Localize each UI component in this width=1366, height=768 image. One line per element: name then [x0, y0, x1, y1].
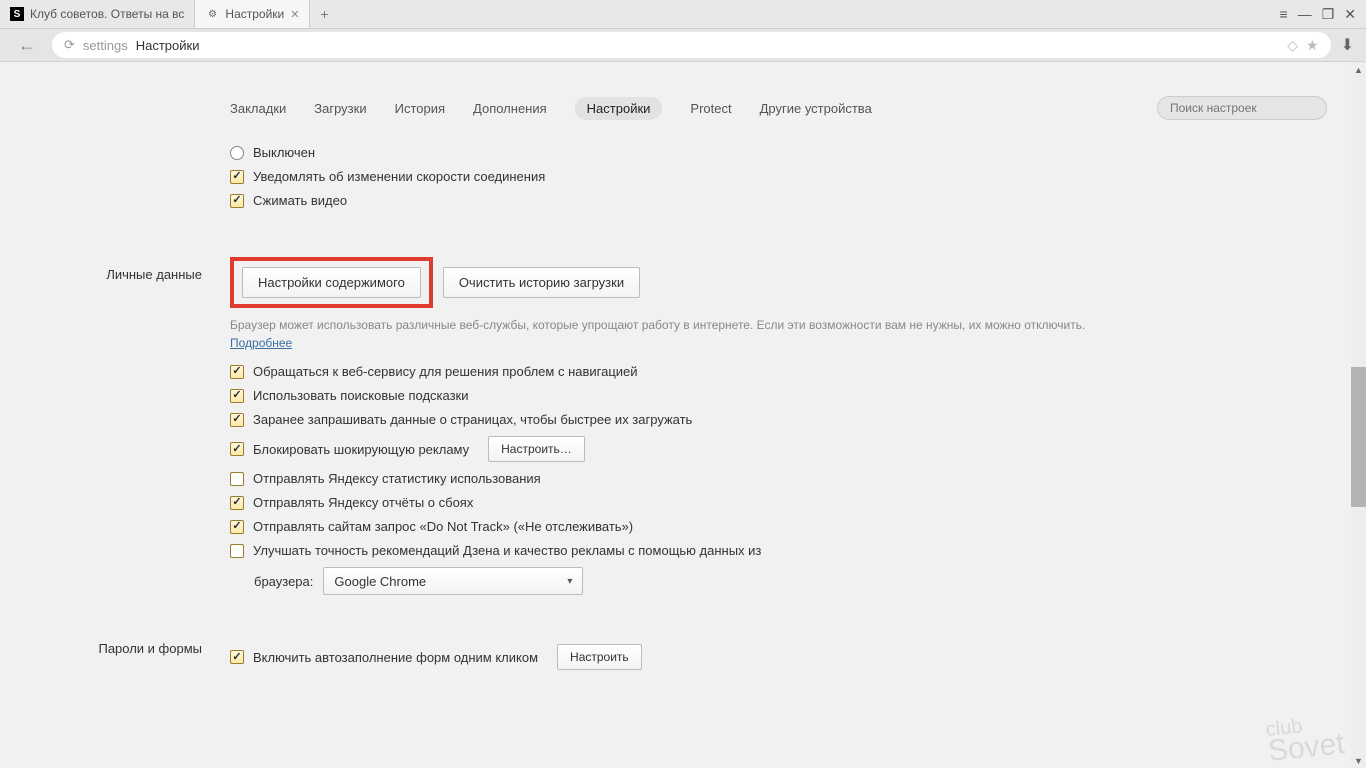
downloads-icon[interactable]: ⬇ [1341, 35, 1354, 55]
option-notify-speed-label: Уведомлять об изменении скорости соедине… [253, 169, 545, 184]
shield-icon[interactable]: ◇ [1287, 37, 1298, 54]
option-compress-video[interactable]: Сжимать видео [230, 193, 1110, 208]
section-personal-label: Личные данные [0, 251, 230, 282]
new-tab-button[interactable]: + [310, 0, 338, 28]
clear-history-button[interactable]: Очистить историю загрузки [443, 267, 640, 298]
option-block-ads[interactable]: Блокировать шокирующую рекламу Настроить… [230, 436, 1110, 462]
chevron-down-icon: ▾ [567, 576, 572, 587]
checkbox-icon[interactable] [230, 413, 244, 427]
back-button[interactable]: ← [12, 35, 42, 56]
address-page: Настройки [136, 38, 200, 53]
checkbox-icon[interactable] [230, 544, 244, 558]
checkbox-icon[interactable] [230, 650, 244, 664]
checkbox-icon[interactable] [230, 442, 244, 456]
learn-more-link[interactable]: Подробнее [230, 336, 292, 350]
search-settings-input[interactable] [1157, 96, 1327, 120]
checkbox-icon[interactable] [230, 520, 244, 534]
tab-2-title: Настройки [225, 7, 284, 21]
option-compress-video-label: Сжимать видео [253, 193, 347, 208]
option-turbo-off[interactable]: Выключен [230, 145, 1110, 160]
settings-nav: Закладки Загрузки История Дополнения Нас… [0, 62, 1351, 136]
content-settings-button[interactable]: Настройки содержимого [242, 267, 421, 298]
browser-select[interactable]: Google Chrome ▾ [323, 567, 583, 595]
close-window-icon[interactable]: ✕ [1344, 6, 1356, 23]
menu-icon[interactable]: ≡ [1280, 6, 1288, 22]
tab-1-title: Клуб советов. Ответы на вс [30, 7, 184, 21]
tab-2-close-icon[interactable]: ✕ [290, 8, 299, 21]
content-viewport: Закладки Загрузки История Дополнения Нас… [0, 62, 1366, 768]
window-titlebar: S Клуб советов. Ответы на вс ⚙ Настройки… [0, 0, 1366, 29]
nav-bookmarks[interactable]: Закладки [230, 101, 286, 116]
nav-protect[interactable]: Protect [690, 101, 731, 116]
nav-addons[interactable]: Дополнения [473, 101, 547, 116]
option-notify-speed[interactable]: Уведомлять об изменении скорости соедине… [230, 169, 1110, 184]
tab-2-favicon: ⚙ [205, 7, 219, 21]
highlight-box: Настройки содержимого [230, 257, 433, 308]
nav-downloads[interactable]: Загрузки [314, 101, 366, 116]
tab-1[interactable]: S Клуб советов. Ответы на вс [0, 0, 195, 28]
option-zen-accuracy[interactable]: Улучшать точность рекомендаций Дзена и к… [230, 543, 1110, 558]
option-send-stats[interactable]: Отправлять Яндексу статистику использова… [230, 471, 1110, 486]
radio-icon[interactable] [230, 146, 244, 160]
reload-icon[interactable]: ⟳ [64, 37, 75, 53]
address-scheme: settings [83, 38, 128, 53]
option-prefetch[interactable]: Заранее запрашивать данные о страницах, … [230, 412, 1110, 427]
configure-autofill-button[interactable]: Настроить [557, 644, 642, 670]
checkbox-icon[interactable] [230, 472, 244, 486]
nav-other-devices[interactable]: Другие устройства [760, 101, 872, 116]
checkbox-icon[interactable] [230, 496, 244, 510]
browser-select-label: браузера: [254, 574, 313, 589]
checkbox-icon[interactable] [230, 170, 244, 184]
nav-settings[interactable]: Настройки [575, 97, 663, 120]
option-turbo-off-label: Выключен [253, 145, 315, 160]
checkbox-icon[interactable] [230, 389, 244, 403]
option-do-not-track[interactable]: Отправлять сайтам запрос «Do Not Track» … [230, 519, 1110, 534]
nav-history[interactable]: История [395, 101, 445, 116]
address-bar-row: ← ⟳ settings Настройки ◇ ★ ⬇ [0, 29, 1366, 62]
minimize-icon[interactable]: — [1298, 6, 1312, 22]
checkbox-icon[interactable] [230, 194, 244, 208]
tab-2[interactable]: ⚙ Настройки ✕ [195, 0, 310, 28]
omnibox[interactable]: ⟳ settings Настройки ◇ ★ [52, 32, 1331, 58]
tab-1-favicon: S [10, 7, 24, 21]
section-passwords-label: Пароли и формы [0, 635, 230, 656]
option-search-suggest[interactable]: Использовать поисковые подсказки [230, 388, 1110, 403]
scroll-down-icon[interactable]: ▼ [1351, 753, 1366, 768]
checkbox-icon[interactable] [230, 365, 244, 379]
personal-note: Браузер может использовать различные веб… [230, 316, 1110, 352]
bookmark-star-icon[interactable]: ★ [1306, 37, 1319, 54]
scrollbar-thumb[interactable] [1351, 367, 1366, 507]
option-nav-service[interactable]: Обращаться к веб-сервису для решения про… [230, 364, 1110, 379]
scroll-up-icon[interactable]: ▲ [1351, 62, 1366, 77]
option-autofill[interactable]: Включить автозаполнение форм одним клико… [230, 644, 1110, 670]
configure-ads-button[interactable]: Настроить… [488, 436, 585, 462]
maximize-icon[interactable]: ❐ [1322, 6, 1335, 23]
option-crash-reports[interactable]: Отправлять Яндексу отчёты о сбоях [230, 495, 1110, 510]
